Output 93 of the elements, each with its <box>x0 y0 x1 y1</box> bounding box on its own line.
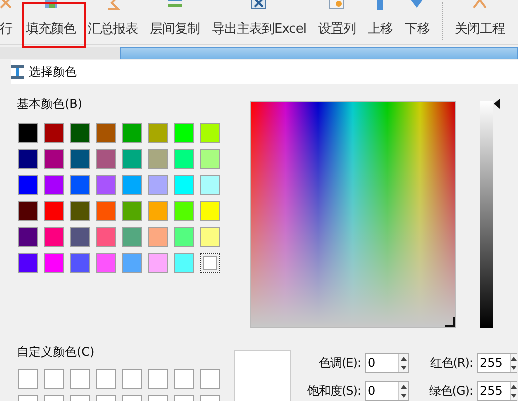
spinner-arrows[interactable] <box>398 382 408 400</box>
color-swatch[interactable] <box>122 201 142 221</box>
color-swatch[interactable] <box>148 201 168 221</box>
dialog-title: 选择颜色 <box>29 64 77 80</box>
color-swatch[interactable] <box>18 123 38 143</box>
spinner-arrows[interactable] <box>510 382 517 400</box>
color-swatch[interactable] <box>200 201 220 221</box>
color-swatch[interactable] <box>18 149 38 169</box>
custom-color-slot[interactable] <box>148 369 168 389</box>
color-swatch[interactable] <box>44 123 64 143</box>
color-swatch[interactable] <box>174 149 194 169</box>
color-swatch[interactable] <box>44 175 64 195</box>
color-swatch[interactable] <box>122 253 142 273</box>
basic-colors-label: 基本颜色(B) <box>17 96 84 113</box>
toolbar-button[interactable]: 上移 <box>362 0 399 44</box>
color-swatch[interactable] <box>96 201 116 221</box>
color-swatch[interactable] <box>70 123 90 143</box>
color-swatch[interactable] <box>70 253 90 273</box>
color-swatch[interactable] <box>96 227 116 247</box>
color-swatch[interactable] <box>148 227 168 247</box>
spin-box[interactable]: 0 <box>365 381 409 401</box>
custom-colors-label: 自定义颜色(C) <box>17 344 96 361</box>
field-label: 绿色(G): <box>428 382 473 400</box>
color-swatch[interactable] <box>148 175 168 195</box>
color-swatch[interactable] <box>70 201 90 221</box>
color-swatch[interactable] <box>200 253 220 273</box>
field-label: 红色(R): <box>429 354 473 372</box>
color-swatch[interactable] <box>44 149 64 169</box>
custom-color-slot[interactable] <box>70 369 90 389</box>
color-spectrum[interactable] <box>250 101 456 328</box>
crosshair-icon <box>445 317 455 327</box>
color-swatch[interactable] <box>70 175 90 195</box>
field-label: 色调(E): <box>318 354 361 372</box>
toolbar-icon <box>167 0 183 10</box>
color-swatch[interactable] <box>174 201 194 221</box>
toolbar-button[interactable]: 行 <box>0 0 20 44</box>
toolbar-button[interactable]: 填充颜色 <box>20 0 82 44</box>
color-swatch[interactable] <box>148 253 168 273</box>
number-field[interactable]: 255 <box>478 382 510 400</box>
color-swatch[interactable] <box>200 149 220 169</box>
color-swatch[interactable] <box>148 149 168 169</box>
app-icon <box>11 65 24 79</box>
spinner-arrows[interactable] <box>398 354 408 372</box>
toolbar-button[interactable]: 设置列 <box>312 0 362 44</box>
color-swatch[interactable] <box>96 175 116 195</box>
toolbar-button[interactable]: 导出主表到Excel <box>206 0 312 44</box>
color-swatch[interactable] <box>18 201 38 221</box>
number-field[interactable]: 255 <box>478 354 510 372</box>
spin-box[interactable]: 255 <box>477 381 517 401</box>
custom-color-slot[interactable] <box>200 369 220 389</box>
toolbar-icon <box>251 0 268 10</box>
color-swatch[interactable] <box>174 253 194 273</box>
color-swatch[interactable] <box>148 123 168 143</box>
color-swatch[interactable] <box>44 253 64 273</box>
color-swatch[interactable] <box>200 123 220 143</box>
custom-color-slot[interactable] <box>44 369 64 389</box>
color-swatch[interactable] <box>174 123 194 143</box>
toolbar-button[interactable]: 层间复制 <box>144 0 206 44</box>
color-swatch[interactable] <box>44 201 64 221</box>
custom-color-slot[interactable] <box>18 369 38 389</box>
custom-color-slot[interactable] <box>122 369 142 389</box>
toolbar-icon <box>105 0 121 10</box>
color-swatch[interactable] <box>96 123 116 143</box>
color-swatch[interactable] <box>200 175 220 195</box>
color-swatch[interactable] <box>70 149 90 169</box>
color-swatch[interactable] <box>122 175 142 195</box>
toolbar-icon <box>472 0 488 10</box>
color-swatch[interactable] <box>122 123 142 143</box>
number-field[interactable]: 0 <box>366 382 398 400</box>
spin-box[interactable]: 255 <box>477 353 517 373</box>
number-field[interactable]: 0 <box>366 354 398 372</box>
toolbar-button[interactable]: 汇总报表 <box>82 0 144 44</box>
color-swatch[interactable] <box>174 175 194 195</box>
color-swatch[interactable] <box>70 227 90 247</box>
color-swatch[interactable] <box>96 149 116 169</box>
toolbar-button[interactable]: 关闭工程 <box>448 0 511 44</box>
spin-box[interactable]: 0 <box>365 353 409 373</box>
color-swatch[interactable] <box>44 227 64 247</box>
color-swatch[interactable] <box>122 227 142 247</box>
color-swatch[interactable] <box>122 149 142 169</box>
color-swatch[interactable] <box>18 175 38 195</box>
color-swatch[interactable] <box>18 253 38 273</box>
color-swatch[interactable] <box>96 253 116 273</box>
toolbar-button[interactable]: 下移 <box>398 0 436 44</box>
custom-color-slot[interactable] <box>96 369 116 389</box>
toolbar-icon <box>409 0 426 10</box>
color-swatch[interactable] <box>174 227 194 247</box>
field-label: 饱和度(S): <box>306 382 361 400</box>
custom-color-slot[interactable] <box>174 369 194 389</box>
color-swatch[interactable] <box>200 227 220 247</box>
color-swatch[interactable] <box>18 227 38 247</box>
color-preview <box>234 350 291 401</box>
spinner-arrows[interactable] <box>510 354 517 372</box>
